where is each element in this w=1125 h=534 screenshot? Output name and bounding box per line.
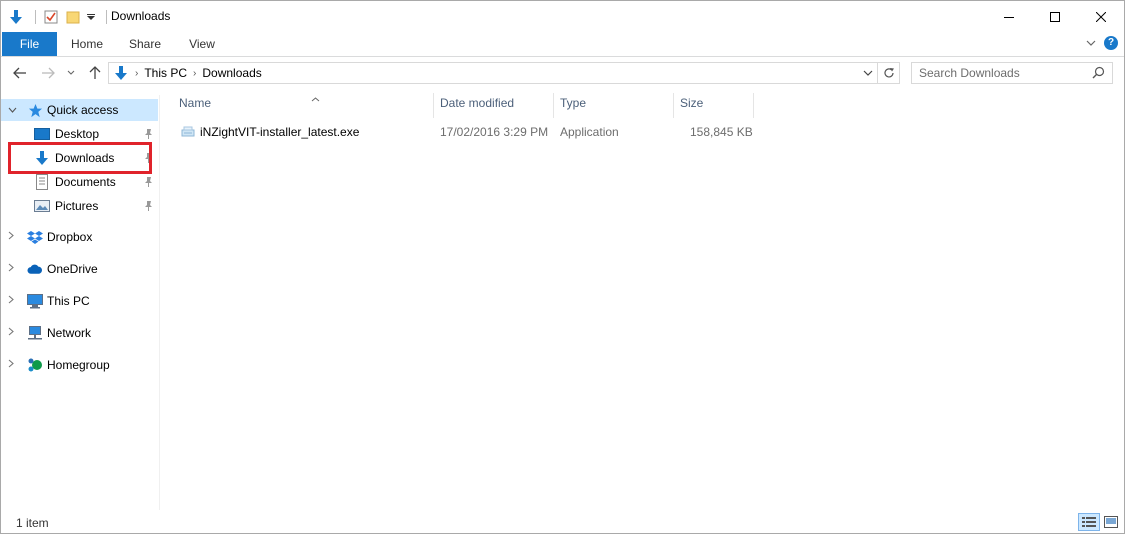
up-arrow-icon[interactable]: [86, 64, 104, 82]
address-bar[interactable]: › This PC › Downloads: [108, 62, 878, 84]
breadcrumb-chevron-icon[interactable]: ›: [135, 68, 138, 79]
computer-icon: [27, 293, 43, 309]
sidebar-item-label: Desktop: [55, 127, 100, 141]
star-icon: [27, 102, 43, 118]
tab-home[interactable]: Home: [61, 32, 113, 56]
details-view-button[interactable]: [1078, 513, 1100, 531]
sidebar-item-documents[interactable]: Documents: [1, 171, 158, 193]
toolbar-separator: [106, 10, 107, 24]
tab-share[interactable]: Share: [119, 32, 171, 56]
navigation-bar: › This PC › Downloads: [1, 57, 1124, 89]
installer-file-icon: [180, 124, 196, 143]
search-input[interactable]: [912, 63, 1082, 83]
sidebar-item-label: Homegroup: [47, 358, 110, 372]
column-header-size[interactable]: Size: [674, 93, 754, 118]
expand-chevron-icon[interactable]: [8, 359, 18, 371]
sidebar-item-dropbox[interactable]: Dropbox: [1, 226, 158, 248]
sidebar-item-label: Quick access: [47, 103, 119, 117]
column-header-date-modified[interactable]: Date modified: [434, 93, 554, 118]
dropbox-icon: [27, 229, 43, 245]
breadcrumb-downloads[interactable]: Downloads: [202, 66, 261, 80]
expand-chevron-icon[interactable]: [8, 295, 18, 307]
properties-icon[interactable]: [42, 8, 60, 26]
sidebar-item-network[interactable]: Network: [1, 322, 158, 344]
forward-arrow-icon[interactable]: [39, 64, 57, 82]
sidebar-item-label: OneDrive: [47, 262, 98, 276]
downloads-folder-icon[interactable]: [7, 8, 25, 26]
file-name: iNZightVIT-installer_latest.exe: [200, 125, 360, 139]
expand-ribbon-chevron-icon[interactable]: [1086, 36, 1096, 50]
pictures-icon: [34, 198, 50, 214]
title-bar: Downloads: [1, 1, 1124, 32]
file-size: 158,845 KB: [690, 125, 753, 139]
refresh-icon: [883, 68, 894, 78]
sidebar-item-quick-access[interactable]: Quick access: [1, 99, 158, 121]
maximize-button[interactable]: [1032, 1, 1078, 32]
close-button[interactable]: [1078, 1, 1124, 32]
column-header-type[interactable]: Type: [554, 93, 674, 118]
homegroup-icon: [27, 357, 43, 373]
breadcrumb-this-pc[interactable]: This PC: [144, 66, 187, 80]
documents-icon: [34, 174, 50, 190]
pin-icon[interactable]: [144, 200, 153, 214]
refresh-button[interactable]: [878, 62, 900, 84]
sidebar-item-label: Dropbox: [47, 230, 93, 244]
expand-chevron-icon[interactable]: [8, 263, 18, 275]
large-icons-view-button[interactable]: [1100, 513, 1122, 531]
toolbar-separator: [35, 10, 36, 24]
sort-ascending-icon: [311, 89, 320, 110]
back-arrow-icon[interactable]: [11, 64, 29, 82]
pin-icon[interactable]: [144, 128, 153, 142]
column-header-label: Type: [560, 96, 587, 110]
file-date-modified: 17/02/2016 3:29 PM: [440, 125, 549, 139]
recent-locations-chevron-icon[interactable]: [65, 64, 77, 82]
column-header-label: Size: [680, 96, 704, 110]
details-view-icon: [1082, 517, 1096, 527]
status-bar: 1 item: [1, 511, 1124, 533]
new-folder-icon[interactable]: [64, 8, 82, 26]
window-title: Downloads: [111, 9, 171, 23]
search-icon[interactable]: [1092, 66, 1105, 82]
downloads-highlight-box: [8, 142, 152, 174]
item-count: 1 item: [16, 516, 49, 530]
address-dropdown-chevron-icon[interactable]: [861, 66, 875, 80]
sidebar-item-pictures[interactable]: Pictures: [1, 195, 158, 217]
onedrive-cloud-icon: [27, 261, 43, 277]
expand-chevron-icon[interactable]: [8, 231, 18, 243]
network-icon: [27, 325, 43, 341]
sidebar-item-homegroup[interactable]: Homegroup: [1, 354, 158, 376]
large-icons-view-icon: [1104, 516, 1118, 528]
column-header-label: Name: [179, 96, 212, 110]
ribbon-tabs: File Home Share View ?: [1, 32, 1124, 57]
file-list: Name Date modified Type Size iNZightVIT-…: [161, 89, 1124, 509]
customize-toolbar-chevron-icon[interactable]: [86, 8, 96, 26]
tab-file[interactable]: File: [2, 32, 57, 56]
tab-view[interactable]: View: [177, 32, 227, 56]
search-box[interactable]: [911, 62, 1113, 84]
sidebar-item-label: Pictures: [55, 199, 99, 213]
expand-chevron-icon[interactable]: [8, 327, 18, 339]
sidebar-item-this-pc[interactable]: This PC: [1, 290, 158, 312]
sidebar-item-label: Network: [47, 326, 92, 340]
file-row[interactable]: iNZightVIT-installer_latest.exe 17/02/20…: [161, 122, 761, 142]
pin-icon[interactable]: [144, 176, 153, 190]
minimize-button[interactable]: [986, 1, 1032, 32]
desktop-icon: [34, 126, 50, 142]
column-header-label: Date modified: [440, 96, 515, 110]
quick-access-toolbar: [7, 7, 113, 27]
downloads-location-icon: [113, 65, 129, 81]
explorer-window: Downloads File Home Share View ? › This …: [0, 0, 1125, 534]
breadcrumb-chevron-icon[interactable]: ›: [193, 68, 196, 79]
sidebar-item-label: This PC: [47, 294, 90, 308]
sidebar-item-label: Documents: [55, 175, 116, 189]
column-header-name[interactable]: Name: [173, 93, 434, 118]
collapse-chevron-icon[interactable]: [8, 105, 18, 116]
ribbon-controls: ?: [1086, 36, 1118, 50]
sidebar-item-onedrive[interactable]: OneDrive: [1, 258, 158, 280]
file-type: Application: [560, 125, 619, 139]
help-icon[interactable]: ?: [1104, 36, 1118, 50]
